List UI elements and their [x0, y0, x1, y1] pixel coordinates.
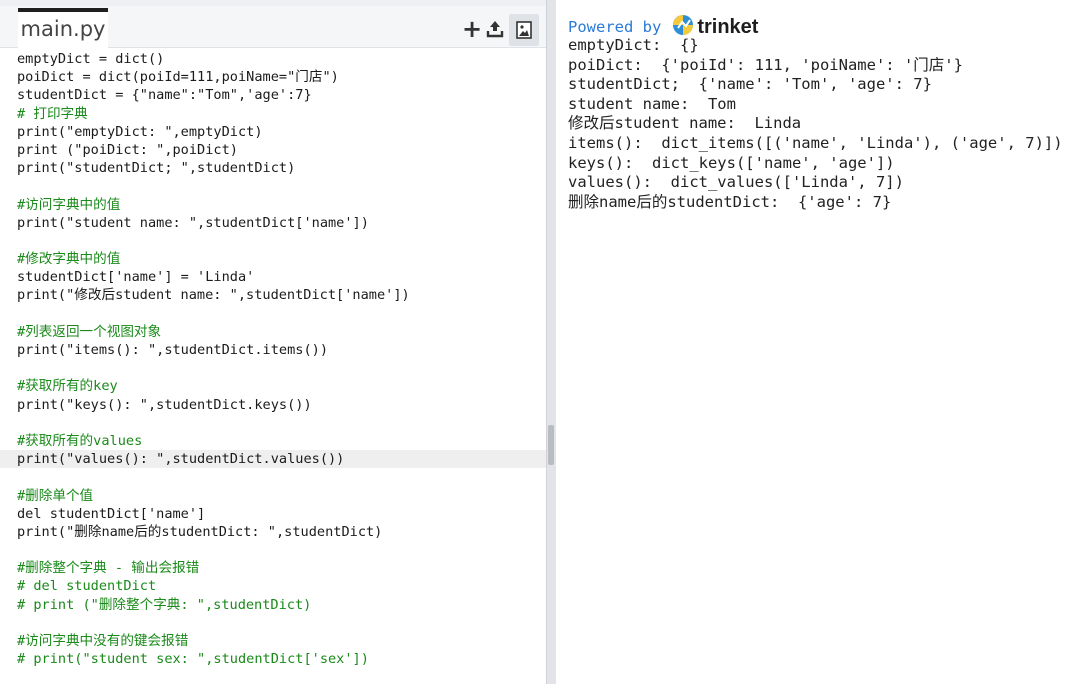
- code-comment-line[interactable]: # print ("删除整个字典: ",studentDict): [17, 596, 542, 614]
- code-comment-line[interactable]: # print("student sex: ",studentDict['sex…: [17, 650, 542, 668]
- output-line: poiDict: {'poiId': 111, 'poiName': '门店'}: [568, 55, 963, 74]
- code-text: print("删除name后的studentDict: ",studentDic…: [17, 523, 383, 540]
- console-output: emptyDict: {} poiDict: {'poiId': 111, 'p…: [568, 36, 1063, 212]
- code-area[interactable]: emptyDict = dict() poiDict = dict(poiId=…: [0, 50, 547, 668]
- code-line[interactable]: print("studentDict; ",studentDict): [17, 159, 542, 177]
- code-text: # del studentDict: [17, 578, 157, 595]
- code-text: #获取所有的key: [17, 378, 118, 395]
- code-line[interactable]: print("student name: ",studentDict['name…: [17, 214, 542, 232]
- file-tab-main-py[interactable]: main.py: [18, 8, 108, 48]
- code-text: #列表返回一个视图对象: [17, 323, 162, 340]
- code-line[interactable]: emptyDict = dict(): [17, 50, 542, 68]
- output-line: keys(): dict_keys(['name', 'age']): [568, 153, 895, 172]
- code-line[interactable]: [17, 305, 542, 323]
- output-line: emptyDict: {}: [568, 36, 699, 54]
- code-comment-line[interactable]: # del studentDict: [17, 577, 542, 595]
- code-text: print("values(): ",studentDict.values()): [17, 451, 345, 468]
- code-text: del studentDict['name']: [17, 505, 206, 522]
- code-line[interactable]: [17, 541, 542, 559]
- code-text: # 打印字典: [17, 105, 88, 122]
- code-line[interactable]: [17, 614, 542, 632]
- code-line[interactable]: studentDict = {"name":"Tom",'age':7}: [17, 86, 542, 104]
- code-line[interactable]: print("keys(): ",studentDict.keys()): [17, 396, 542, 414]
- code-text: #删除单个值: [17, 487, 94, 504]
- code-text: #修改字典中的值: [17, 251, 121, 268]
- code-comment-line[interactable]: #列表返回一个视图对象: [17, 323, 542, 341]
- output-line: studentDict; {'name': 'Tom', 'age': 7}: [568, 75, 932, 94]
- code-line[interactable]: print("修改后student name: ",studentDict['n…: [17, 286, 542, 304]
- output-line: student name: Tom: [568, 94, 736, 113]
- pane-splitter[interactable]: [546, 0, 556, 684]
- output-line: 删除name后的studentDict: {'age': 7}: [568, 192, 892, 211]
- output-pane: Powered by trinket emptyDict: {} poiDict…: [556, 0, 1080, 684]
- code-line[interactable]: [17, 359, 542, 377]
- code-line-active[interactable]: print("values(): ",studentDict.values()): [0, 450, 547, 469]
- code-text: studentDict = {"name":"Tom",'age':7}: [17, 87, 312, 104]
- code-line[interactable]: del studentDict['name']: [17, 505, 542, 523]
- code-line[interactable]: studentDict['name'] = 'Linda': [17, 268, 542, 286]
- code-comment-line[interactable]: #获取所有的key: [17, 377, 542, 395]
- code-text: # print ("删除整个字典: ",studentDict): [17, 596, 312, 613]
- code-line[interactable]: [17, 177, 542, 195]
- code-text: print("student name: ",studentDict['name…: [17, 214, 369, 231]
- code-editor-pane[interactable]: main.py + emptyDict = dict() poiDict = d…: [0, 0, 547, 684]
- code-line[interactable]: [17, 232, 542, 250]
- code-text: print("keys(): ",studentDict.keys()): [17, 396, 312, 413]
- code-line[interactable]: [17, 414, 542, 432]
- code-comment-line[interactable]: #访问字典中的值: [17, 196, 542, 214]
- code-line[interactable]: print("items(): ",studentDict.items()): [17, 341, 542, 359]
- code-text: poiDict = dict(poiId=111,poiName="门店"): [17, 69, 339, 86]
- output-line: 修改后student name: Linda: [568, 114, 802, 133]
- code-text: studentDict['name'] = 'Linda': [17, 269, 255, 286]
- code-text: #访问字典中的值: [17, 196, 121, 213]
- code-comment-line[interactable]: #访问字典中没有的键会报错: [17, 632, 542, 650]
- code-comment-line[interactable]: #获取所有的values: [17, 432, 542, 450]
- code-comment-line[interactable]: #修改字典中的值: [17, 250, 542, 268]
- output-line: items(): dict_items([('name', 'Linda'), …: [568, 133, 1063, 152]
- code-line[interactable]: print("emptyDict: ",emptyDict): [17, 123, 542, 141]
- code-text: print("items(): ",studentDict.items()): [17, 342, 328, 358]
- code-text: print("emptyDict: ",emptyDict): [17, 123, 263, 140]
- code-text: emptyDict = dict(): [17, 51, 165, 67]
- output-line: values(): dict_values(['Linda', 7]): [568, 173, 904, 192]
- code-line[interactable]: print("删除name后的studentDict: ",studentDic…: [17, 523, 542, 541]
- code-text: #获取所有的values: [17, 432, 143, 449]
- code-line[interactable]: print ("poiDict: ",poiDict): [17, 141, 542, 159]
- code-text: #访问字典中没有的键会报错: [17, 633, 189, 649]
- code-comment-line[interactable]: #删除单个值: [17, 487, 542, 505]
- code-text: print("studentDict; ",studentDict): [17, 160, 296, 177]
- code-line[interactable]: [17, 468, 542, 486]
- code-text: print ("poiDict: ",poiDict): [17, 141, 238, 158]
- code-comment-line[interactable]: # 打印字典: [17, 105, 542, 123]
- upload-icon[interactable]: [482, 16, 508, 42]
- splitter-handle[interactable]: [548, 425, 554, 465]
- code-text: print("修改后student name: ",studentDict['n…: [17, 287, 410, 304]
- code-comment-line[interactable]: #删除整个字典 - 输出会报错: [17, 559, 542, 577]
- powered-by-label: Powered by: [568, 18, 662, 36]
- editor-gutter: [0, 48, 13, 684]
- code-text: #删除整个字典 - 输出会报错: [17, 560, 200, 577]
- code-line[interactable]: poiDict = dict(poiId=111,poiName="门店"): [17, 68, 542, 86]
- editor-tab-bar: main.py +: [0, 6, 546, 48]
- code-text: # print("student sex: ",studentDict['sex…: [17, 651, 369, 668]
- image-icon[interactable]: [509, 14, 539, 46]
